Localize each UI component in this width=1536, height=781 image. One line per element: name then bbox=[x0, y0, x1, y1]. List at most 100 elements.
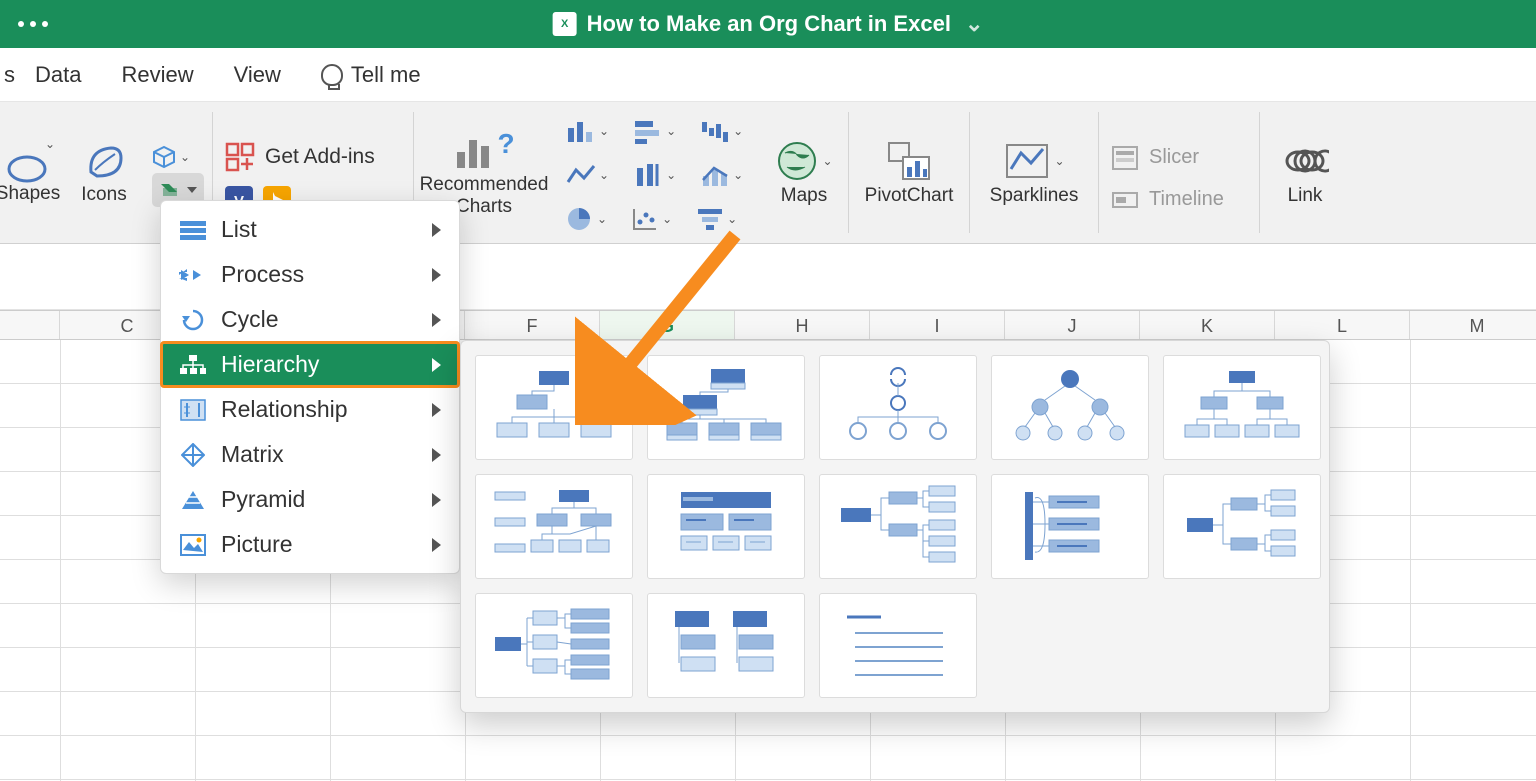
picture-icon bbox=[179, 533, 207, 557]
list-icon bbox=[179, 218, 207, 242]
smartart-hierarchy[interactable]: Hierarchy bbox=[161, 342, 459, 387]
link-button[interactable]: Link bbox=[1260, 102, 1350, 243]
maps-button[interactable]: ⌄ Maps bbox=[760, 102, 848, 243]
tab-data[interactable]: Data bbox=[35, 62, 81, 88]
bar-chart-button[interactable]: ⌄ bbox=[633, 118, 676, 144]
timeline-icon bbox=[1111, 187, 1139, 213]
submenu-arrow-icon bbox=[432, 448, 441, 462]
question-icon: ? bbox=[497, 128, 514, 160]
get-addins-label: Get Add-ins bbox=[265, 145, 375, 169]
submenu-arrow-icon bbox=[432, 358, 441, 372]
leaf-icon bbox=[81, 140, 127, 182]
col-header[interactable]: K bbox=[1140, 311, 1275, 339]
slicer-button[interactable]: Slicer bbox=[1111, 145, 1199, 171]
gallery-horizontal-labeled[interactable] bbox=[475, 593, 633, 698]
tab-review[interactable]: Review bbox=[121, 62, 193, 88]
gallery-empty bbox=[991, 593, 1149, 698]
lightbulb-icon bbox=[321, 64, 343, 86]
excel-file-icon: X bbox=[553, 12, 577, 36]
smartart-cycle[interactable]: Cycle bbox=[161, 297, 459, 342]
smartart-picture[interactable]: Picture bbox=[161, 522, 459, 567]
recommended-chart-icon bbox=[453, 128, 493, 172]
gallery-empty bbox=[1163, 593, 1321, 698]
sparklines-icon bbox=[1003, 139, 1051, 183]
menu-label: Cycle bbox=[221, 306, 279, 333]
col-header[interactable]: F bbox=[465, 311, 600, 339]
smartart-menu: List Process Cycle Hierarchy Relationshi… bbox=[160, 200, 460, 574]
tell-me-label: Tell me bbox=[351, 62, 421, 88]
hierarchy-icon bbox=[179, 353, 207, 377]
charts-group: ⌄ ⌄ ⌄ ⌄ ⌄ ⌄ ⌄ ⌄ ⌄ bbox=[554, 102, 760, 243]
3d-models-button[interactable]: ⌄ bbox=[152, 145, 190, 169]
col-header[interactable]: G bbox=[600, 311, 735, 339]
document-title[interactable]: X How to Make an Org Chart in Excel ⌄ bbox=[553, 11, 984, 37]
smartart-process[interactable]: Process bbox=[161, 252, 459, 297]
submenu-arrow-icon bbox=[432, 493, 441, 507]
sparklines-button[interactable]: ⌄ Sparklines bbox=[970, 102, 1098, 243]
gallery-horizontal-org[interactable] bbox=[819, 474, 977, 579]
gallery-horizontal-multi[interactable] bbox=[1163, 474, 1321, 579]
scatter-chart-button[interactable]: ⌄ bbox=[631, 206, 672, 232]
col-header[interactable] bbox=[0, 311, 60, 339]
ribbon-tabs: s Data Review View Tell me bbox=[0, 48, 1536, 102]
submenu-arrow-icon bbox=[432, 313, 441, 327]
statistic-chart-button[interactable]: ⌄ bbox=[633, 162, 676, 188]
gallery-lined-list[interactable] bbox=[819, 593, 977, 698]
menu-label: Matrix bbox=[221, 441, 284, 468]
line-chart-button[interactable]: ⌄ bbox=[566, 162, 609, 188]
hierarchy-gallery bbox=[460, 340, 1330, 713]
icons-button[interactable]: Icons bbox=[68, 102, 140, 243]
col-header[interactable]: I bbox=[870, 311, 1005, 339]
gallery-half-circle-org[interactable] bbox=[819, 355, 977, 460]
submenu-arrow-icon bbox=[432, 403, 441, 417]
gallery-circle-hierarchy[interactable] bbox=[991, 355, 1149, 460]
submenu-arrow-icon bbox=[432, 223, 441, 237]
menu-label: List bbox=[221, 216, 257, 243]
col-header[interactable]: M bbox=[1410, 311, 1536, 339]
funnel-chart-button[interactable]: ⌄ bbox=[696, 206, 737, 232]
pivotchart-button[interactable]: PivotChart bbox=[849, 102, 969, 243]
smartart-pyramid[interactable]: Pyramid bbox=[161, 477, 459, 522]
link-label: Link bbox=[1288, 185, 1323, 207]
shapes-button[interactable]: ⌄ Shapes bbox=[0, 102, 68, 243]
more-dots-icon[interactable] bbox=[18, 21, 48, 27]
tab-view[interactable]: View bbox=[234, 62, 281, 88]
menu-label: Pyramid bbox=[221, 486, 305, 513]
cube-icon bbox=[152, 145, 176, 169]
col-header[interactable]: J bbox=[1005, 311, 1140, 339]
gallery-org-chart[interactable] bbox=[475, 355, 633, 460]
tell-me-search[interactable]: Tell me bbox=[321, 62, 421, 88]
filters-group: Slicer Timeline bbox=[1099, 102, 1259, 243]
title-bar: X How to Make an Org Chart in Excel ⌄ bbox=[0, 0, 1536, 48]
col-header[interactable]: L bbox=[1275, 311, 1410, 339]
gallery-table-hierarchy[interactable] bbox=[647, 474, 805, 579]
sparklines-label: Sparklines bbox=[990, 185, 1079, 207]
smartart-relationship[interactable]: Relationship bbox=[161, 387, 459, 432]
pie-chart-button[interactable]: ⌄ bbox=[566, 206, 607, 232]
smartart-matrix[interactable]: Matrix bbox=[161, 432, 459, 477]
gallery-hierarchy-list[interactable] bbox=[647, 593, 805, 698]
get-addins-button[interactable]: Get Add-ins bbox=[225, 142, 375, 172]
smartart-icon bbox=[159, 180, 183, 200]
tab-partial[interactable]: s bbox=[4, 62, 15, 88]
link-icon bbox=[1281, 139, 1329, 183]
waterfall-chart-button[interactable]: ⌄ bbox=[700, 118, 743, 144]
icons-label: Icons bbox=[81, 184, 126, 206]
addins-icon bbox=[225, 142, 255, 172]
combo-chart-button[interactable]: ⌄ bbox=[700, 162, 743, 188]
menu-label: Process bbox=[221, 261, 304, 288]
chevron-down-icon bbox=[187, 187, 197, 193]
smartart-list[interactable]: List bbox=[161, 207, 459, 252]
col-header[interactable]: H bbox=[735, 311, 870, 339]
pyramid-icon bbox=[179, 488, 207, 512]
column-chart-button[interactable]: ⌄ bbox=[566, 118, 609, 144]
title-text: How to Make an Org Chart in Excel bbox=[587, 11, 951, 37]
shapes-label: Shapes bbox=[0, 183, 60, 205]
timeline-label: Timeline bbox=[1149, 188, 1224, 211]
gallery-horizontal-hierarchy[interactable] bbox=[991, 474, 1149, 579]
timeline-button[interactable]: Timeline bbox=[1111, 187, 1224, 213]
gallery-labeled-hierarchy[interactable] bbox=[475, 474, 633, 579]
gallery-name-title-org[interactable] bbox=[647, 355, 805, 460]
gallery-hierarchy[interactable] bbox=[1163, 355, 1321, 460]
menu-label: Hierarchy bbox=[221, 351, 319, 378]
